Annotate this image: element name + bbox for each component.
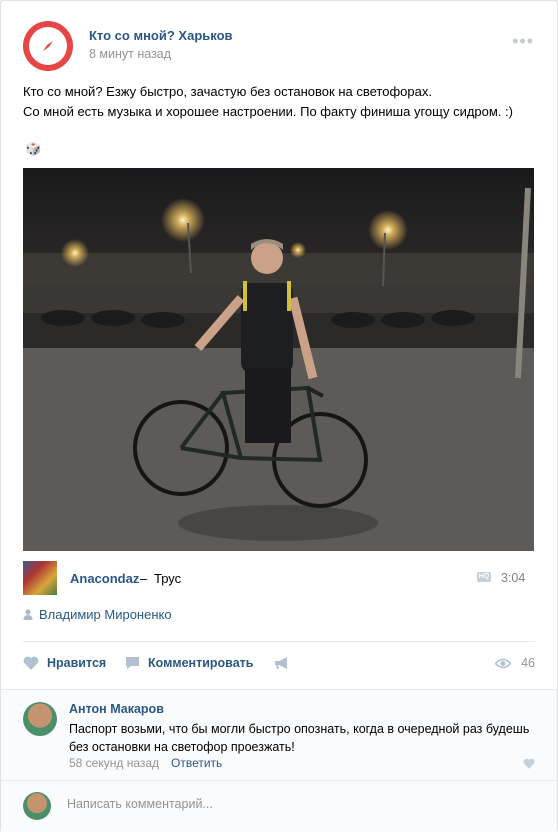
post-time[interactable]: 8 минут назад	[89, 47, 171, 61]
views-count: 46	[521, 656, 535, 670]
night-bike-photo	[23, 168, 534, 551]
comment-input[interactable]: Написать комментарий...	[67, 797, 213, 811]
heart-icon	[23, 656, 39, 670]
audio-artist-link[interactable]: Anacondaz	[70, 571, 139, 586]
reply-box: Написать комментарий...	[1, 780, 557, 832]
compass-icon	[29, 27, 67, 65]
comments-section: Антон Макаров Паспорт возьми, что бы мог…	[1, 689, 557, 832]
divider	[23, 641, 534, 642]
avatar	[23, 792, 51, 820]
like-label: Нравится	[47, 656, 107, 670]
hq-badge: HQ	[477, 572, 491, 582]
comment-button[interactable]: Комментировать	[125, 656, 253, 670]
post-text: Кто со мной? Езжу быстро, зачастую без о…	[23, 82, 533, 122]
comment-time[interactable]: 58 секунд назад	[69, 756, 159, 770]
comment-like-icon[interactable]	[523, 758, 535, 769]
avatar[interactable]	[23, 702, 57, 736]
dice-emoji: 🎲	[25, 141, 42, 156]
post-card: Кто со мной? Харьков 8 минут назад ••• К…	[0, 0, 558, 832]
like-button[interactable]: Нравится	[23, 656, 106, 670]
views-counter: 46	[495, 656, 535, 670]
comment-label: Комментировать	[148, 656, 254, 670]
comment-icon	[126, 657, 139, 669]
group-avatar[interactable]	[23, 21, 73, 71]
group-name-link[interactable]: Кто со мной? Харьков	[89, 28, 233, 43]
megaphone-icon	[275, 657, 287, 669]
audio-title[interactable]: Трус	[154, 571, 181, 586]
audio-cover[interactable]	[23, 561, 57, 595]
post-actions: Нравится Комментировать 46	[23, 656, 535, 676]
post-text-line: Со мной есть музыка и хорошее настроении…	[23, 104, 513, 119]
audio-duration: 3:04	[501, 571, 526, 585]
post-text-line: Кто со мной? Езжу быстро, зачастую без о…	[23, 84, 432, 99]
reply-link[interactable]: Ответить	[171, 756, 222, 770]
more-options-button[interactable]: •••	[512, 31, 534, 52]
person-icon	[23, 609, 33, 620]
comment-author-link[interactable]: Антон Макаров	[69, 702, 164, 716]
audio-attachment[interactable]: Anacondaz – Трус HQ 3:04	[23, 561, 533, 595]
post-photo[interactable]	[23, 168, 534, 551]
eye-icon	[495, 658, 512, 668]
comment-text: Паспорт возьми, что бы могли быстро опоз…	[69, 722, 530, 754]
post-header: Кто со мной? Харьков 8 минут назад •••	[23, 21, 538, 71]
share-button[interactable]	[274, 656, 298, 670]
audio-separator: –	[140, 571, 148, 586]
author-name-link[interactable]: Владимир Мироненко	[39, 607, 172, 622]
